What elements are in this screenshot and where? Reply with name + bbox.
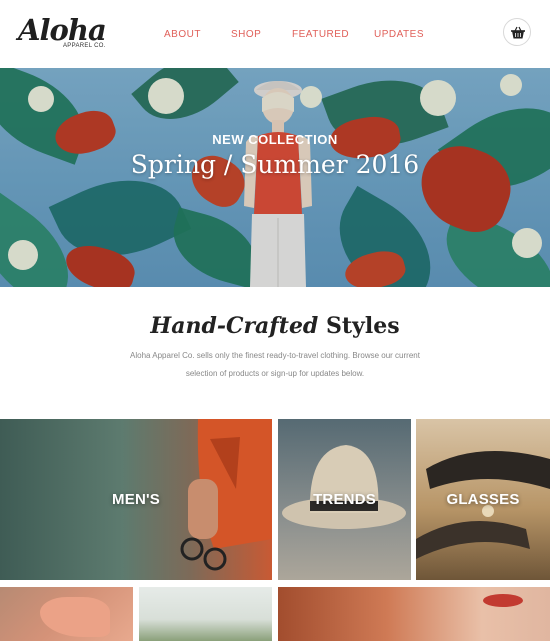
tile-glasses[interactable]: GLASSES	[416, 419, 550, 580]
intro-paragraph: Aloha Apparel Co. sells only the finest …	[130, 351, 420, 378]
heading-italic: Hand-Crafted	[150, 313, 319, 339]
tile-flower-photo[interactable]	[0, 587, 133, 641]
heading-bold: Styles	[326, 313, 400, 339]
tile-portrait-photo[interactable]	[278, 587, 550, 641]
tile-mens[interactable]: MEN'S	[0, 419, 272, 580]
tile-label-glasses: GLASSES	[446, 491, 520, 508]
tile-trends[interactable]: TRENDS	[278, 419, 411, 580]
tile-landscape-photo[interactable]	[139, 587, 272, 641]
nav-shop[interactable]: SHOP	[231, 29, 261, 41]
main-nav: ABOUT SHOP FEATURED UPDATES	[0, 29, 550, 43]
nav-featured[interactable]: FEATURED	[292, 29, 349, 41]
lips-shape	[483, 594, 523, 607]
nav-about[interactable]: ABOUT	[164, 29, 201, 41]
tile-label-mens: MEN'S	[112, 491, 160, 508]
logo-subtitle: APPAREL CO.	[63, 43, 106, 49]
cart-button[interactable]	[503, 18, 531, 46]
hero-title: Spring / Summer 2016	[130, 150, 420, 179]
section-heading: Hand-Crafted Styles	[0, 312, 550, 340]
basket-icon	[511, 26, 525, 39]
hero-eyebrow: NEW COLLECTION	[212, 132, 338, 147]
hero-banner: NEW COLLECTION Spring / Summer 2016	[0, 68, 550, 287]
site-header: Aloha APPAREL CO. ABOUT SHOP FEATURED UP…	[0, 0, 550, 68]
nav-updates[interactable]: UPDATES	[374, 29, 424, 41]
flower-shape	[40, 597, 110, 637]
tile-label-trends: TRENDS	[313, 491, 376, 508]
